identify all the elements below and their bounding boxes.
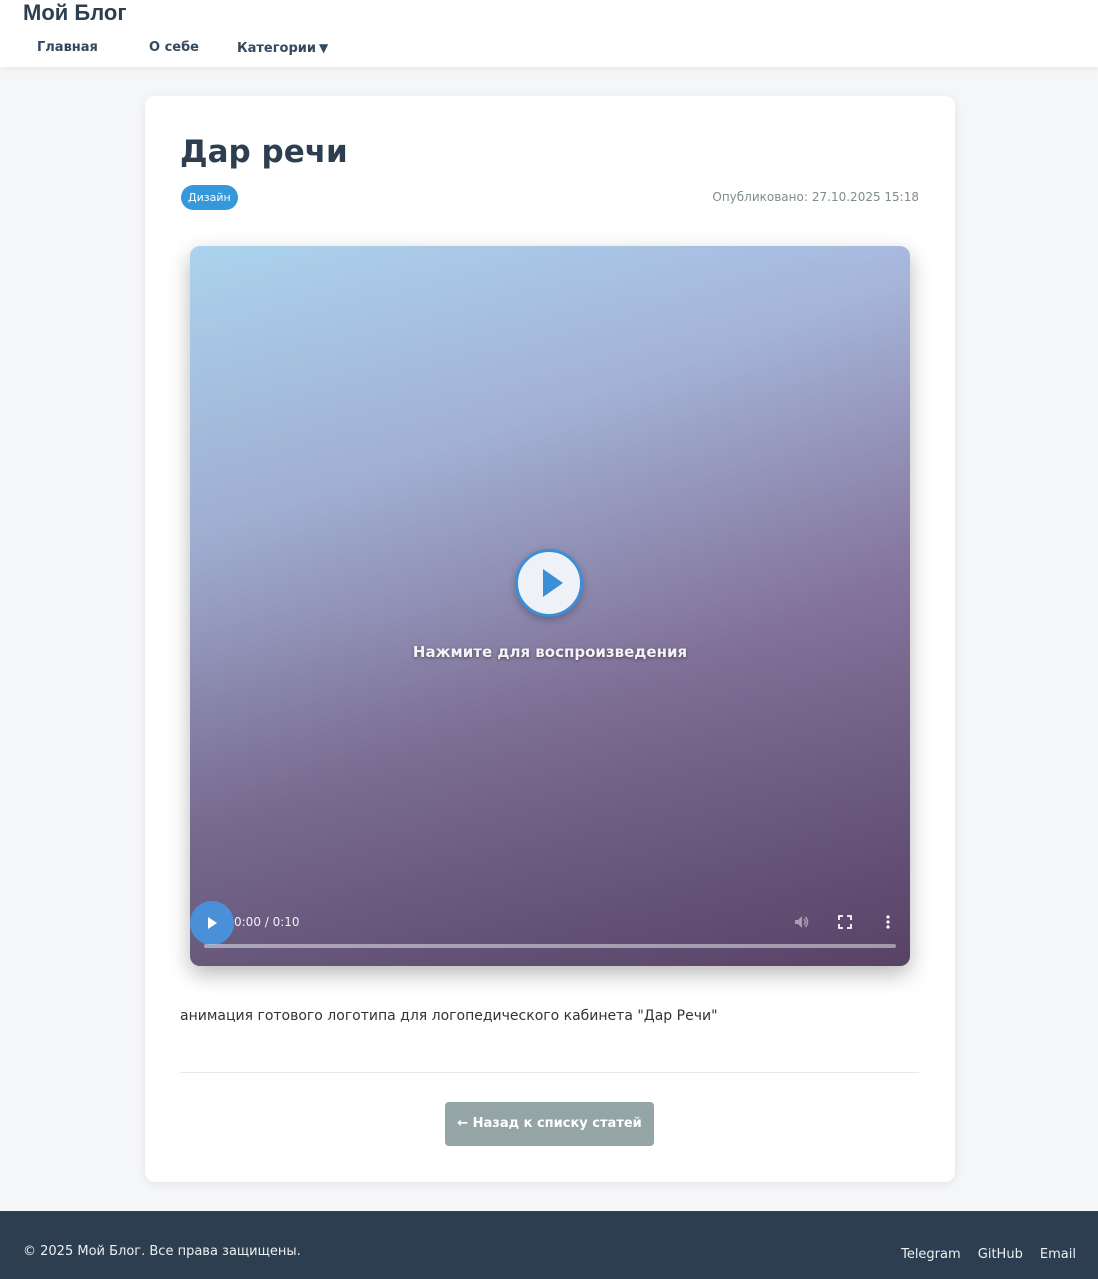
site-brand[interactable]: Мой Блог [23,0,127,26]
control-play-button[interactable] [190,901,234,945]
more-options-button[interactable] [879,913,897,931]
category-tag[interactable]: Дизайн [181,185,238,210]
copyright-text: © 2025 Мой Блог. Все права защищены. [23,1244,301,1259]
published-date: 27.10.2025 15:18 [811,190,919,204]
footer-link-telegram[interactable]: Telegram [901,1246,961,1264]
article-card: Дар речи Дизайн Опубликовано: 27.10.2025 … [145,96,955,1182]
volume-button[interactable] [793,913,811,931]
play-caption: Нажмите для воспроизведения [412,643,688,661]
site-header: Мой Блог Главная О себе Категории ▼ [0,0,1098,67]
footer-link-email[interactable]: Email [1040,1246,1076,1264]
fullscreen-button[interactable] [836,913,854,931]
nav-categories-label: Категории [237,41,316,56]
play-icon [543,569,563,597]
published-label: Опубликовано: [712,190,808,204]
more-vertical-icon [886,915,890,929]
article-description: анимация готового логотипа для логопедич… [180,1008,718,1024]
published-info: Опубликовано: 27.10.2025 15:18 [712,189,919,205]
caret-down-icon: ▼ [319,41,329,55]
video-time: 0:00 / 0:10 [234,915,300,929]
video-player[interactable]: Нажмите для воспроизведения 0:00 / 0:10 [190,246,910,966]
nav-about-link[interactable]: О себе [149,38,199,58]
divider [180,1072,919,1073]
play-icon [208,917,217,929]
video-progress-bar[interactable] [204,944,896,948]
fullscreen-icon [838,915,852,929]
site-footer: © 2025 Мой Блог. Все права защищены. Tel… [0,1211,1098,1279]
big-play-button[interactable] [515,549,583,617]
nav-home-link[interactable]: Главная [37,38,98,58]
nav-categories-dropdown[interactable]: Категории ▼ [237,38,328,59]
back-to-list-button[interactable]: ← Назад к списку статей [445,1102,654,1146]
footer-links: Telegram GitHub Email [889,1243,1076,1264]
footer-link-github[interactable]: GitHub [978,1246,1023,1264]
volume-icon [795,916,809,928]
article-title: Дар речи [180,134,348,170]
